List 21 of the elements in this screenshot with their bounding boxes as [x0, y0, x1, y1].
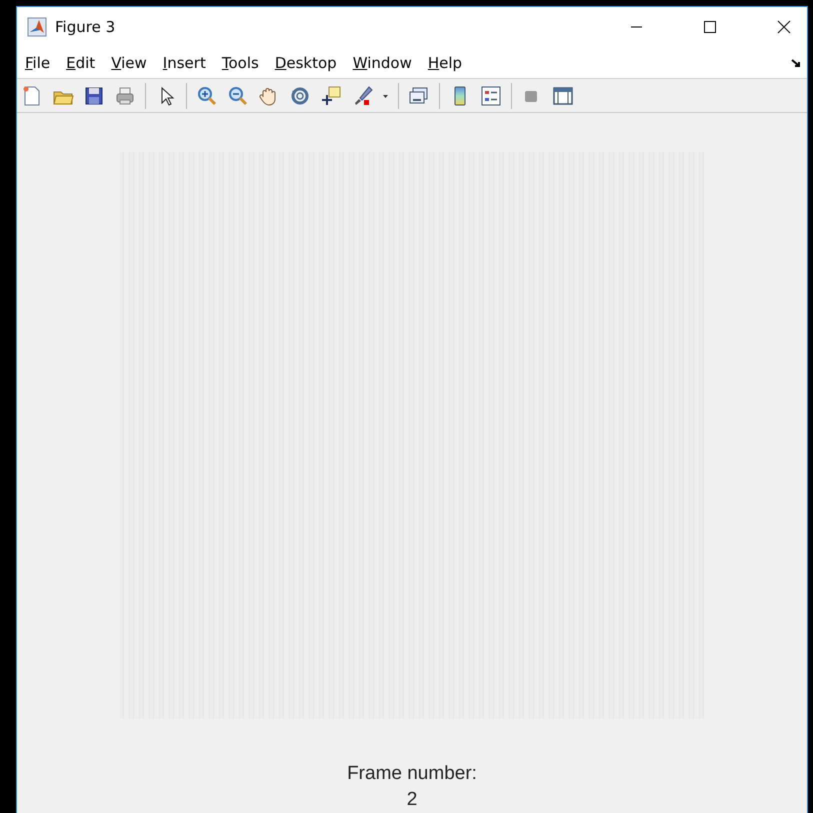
menu-item[interactable]: Desktop	[274, 54, 337, 72]
menu-item[interactable]: File	[25, 54, 50, 72]
window-title: Figure 3	[55, 18, 116, 36]
menu-item[interactable]: View	[111, 54, 147, 72]
print-icon[interactable]	[114, 84, 136, 107]
save-icon[interactable]	[83, 84, 105, 107]
frame-label: Frame number:	[347, 762, 477, 786]
menu-item[interactable]: Window	[352, 54, 412, 72]
menu-item[interactable]: Edit	[66, 54, 96, 72]
zoom-out-icon[interactable]	[227, 84, 249, 107]
menu-item[interactable]: Tools	[222, 54, 259, 72]
menu-item[interactable]: Help	[428, 54, 462, 72]
menu-item[interactable]: Insert	[162, 54, 206, 72]
dock-arrow-icon[interactable]	[791, 58, 801, 68]
rotate-icon[interactable]	[289, 84, 311, 107]
window-panel-icon[interactable]	[552, 84, 574, 107]
legend-icon[interactable]	[480, 84, 502, 107]
data-cursor-icon[interactable]	[320, 84, 342, 107]
zoom-in-icon[interactable]	[196, 84, 218, 107]
frame-number: 2	[406, 788, 418, 812]
app-logo-icon	[27, 17, 47, 37]
